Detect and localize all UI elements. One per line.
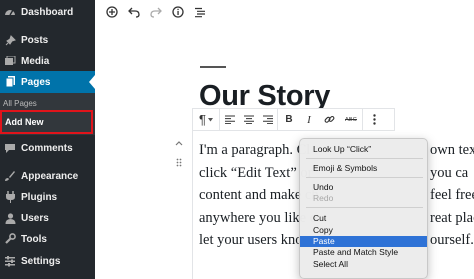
- add-block-button[interactable]: [103, 3, 121, 21]
- title-separator: [200, 66, 226, 68]
- context-menu: Look Up “Click” Emoji & Symbols Undo Red…: [299, 138, 428, 279]
- undo-icon: [128, 7, 140, 18]
- menu-item-cut[interactable]: Cut: [300, 213, 427, 224]
- redo-icon: [150, 7, 162, 18]
- block-type-switcher[interactable]: ¶: [193, 109, 219, 130]
- redo-button[interactable]: [147, 3, 165, 21]
- submenu-add-new[interactable]: Add New: [0, 110, 93, 134]
- sidebar-item-pages[interactable]: Pages: [0, 71, 95, 93]
- paragraph-icon: ¶: [199, 112, 206, 127]
- paintbrush-icon: [1, 170, 19, 182]
- menu-item-undo[interactable]: Undo: [300, 182, 427, 193]
- align-left-button[interactable]: [220, 109, 239, 130]
- block-mover: [174, 141, 184, 167]
- admin-sidebar: Dashboard Posts Media Pages All Pages Ad…: [0, 0, 95, 279]
- add-block-icon: [106, 6, 118, 18]
- sidebar-item-label: Plugins: [21, 191, 58, 203]
- sidebar-item-appearance[interactable]: Appearance: [0, 165, 95, 187]
- sidebar-item-label: Users: [21, 212, 49, 224]
- align-right-icon: [262, 115, 273, 124]
- align-left-icon: [224, 115, 235, 124]
- sidebar-item-plugins[interactable]: Plugins: [0, 186, 95, 208]
- paragraph-line-tail: reat plac: [430, 209, 474, 226]
- sidebar-item-posts[interactable]: Posts: [0, 29, 95, 51]
- undo-button[interactable]: [125, 3, 143, 21]
- align-center-button[interactable]: [239, 109, 258, 130]
- align-right-button[interactable]: [258, 109, 277, 130]
- menu-item-emoji-symbols[interactable]: Emoji & Symbols: [300, 163, 427, 174]
- sidebar-item-label: Pages: [21, 76, 51, 88]
- strikethrough-button[interactable]: ABC: [340, 109, 362, 130]
- more-options-button[interactable]: [363, 109, 385, 130]
- block-navigation-button[interactable]: [191, 3, 209, 21]
- wrench-icon: [1, 233, 19, 245]
- paragraph-overflow-text: own tex you ca feel free reat plac ourse…: [430, 139, 474, 252]
- sidebar-item-label: Comments: [21, 142, 73, 154]
- sidebar-item-settings[interactable]: Settings: [0, 250, 95, 272]
- comment-icon: [1, 143, 19, 154]
- menu-item-copy[interactable]: Copy: [300, 225, 427, 236]
- active-pointer: [89, 75, 95, 89]
- menu-item-select-all[interactable]: Select All: [300, 259, 427, 270]
- dashboard-icon: [1, 6, 19, 18]
- settings-icon: [1, 255, 19, 267]
- sidebar-item-tools[interactable]: Tools: [0, 228, 95, 250]
- pages-icon: [1, 76, 19, 88]
- block-toolbar: ¶ B I ABC: [192, 108, 395, 131]
- menu-item-redo: Redo: [313, 193, 334, 203]
- bold-button[interactable]: B: [278, 109, 300, 130]
- plug-icon: [1, 191, 19, 203]
- drag-handle-icon[interactable]: [176, 158, 182, 167]
- paragraph-line-tail: you ca: [430, 164, 469, 181]
- sidebar-item-label: Tools: [21, 233, 47, 245]
- sidebar-item-label: Posts: [21, 34, 49, 46]
- chevron-down-icon: [207, 117, 213, 121]
- menu-separator: [306, 177, 423, 178]
- menu-item-paste[interactable]: Paste: [300, 236, 427, 247]
- paragraph-line-tail: own tex: [430, 142, 474, 158]
- paragraph-line-tail: ourself.: [430, 232, 474, 248]
- info-icon: [172, 6, 184, 18]
- sidebar-item-label: Media: [21, 55, 50, 67]
- menu-item-look-up[interactable]: Look Up “Click”: [300, 144, 427, 155]
- paragraph-line-tail: feel free: [430, 187, 474, 203]
- sidebar-item-label: Dashboard: [21, 6, 74, 18]
- italic-button[interactable]: I: [300, 109, 318, 130]
- sidebar-item-dashboard[interactable]: Dashboard: [0, 1, 95, 23]
- more-vertical-icon: [372, 114, 376, 125]
- sidebar-item-users[interactable]: Users: [0, 207, 95, 229]
- sidebar-item-label: Settings: [21, 255, 61, 267]
- pushpin-icon: [1, 34, 19, 46]
- user-icon: [1, 212, 19, 224]
- move-up-icon[interactable]: [175, 141, 183, 146]
- link-button[interactable]: [318, 109, 340, 130]
- outline-icon: [195, 7, 205, 17]
- editor-top-toolbar: [95, 0, 474, 24]
- align-center-icon: [243, 115, 254, 124]
- sidebar-item-media[interactable]: Media: [0, 50, 95, 72]
- menu-separator: [306, 207, 423, 208]
- sidebar-item-comments[interactable]: Comments: [0, 137, 95, 159]
- media-icon: [1, 55, 19, 67]
- submenu-all-pages[interactable]: All Pages: [3, 99, 37, 108]
- menu-item-paste-match-style[interactable]: Paste and Match Style: [300, 247, 427, 258]
- menu-separator: [306, 158, 423, 159]
- sidebar-item-label: Appearance: [21, 170, 79, 182]
- info-button[interactable]: [169, 3, 187, 21]
- link-icon: [324, 115, 334, 123]
